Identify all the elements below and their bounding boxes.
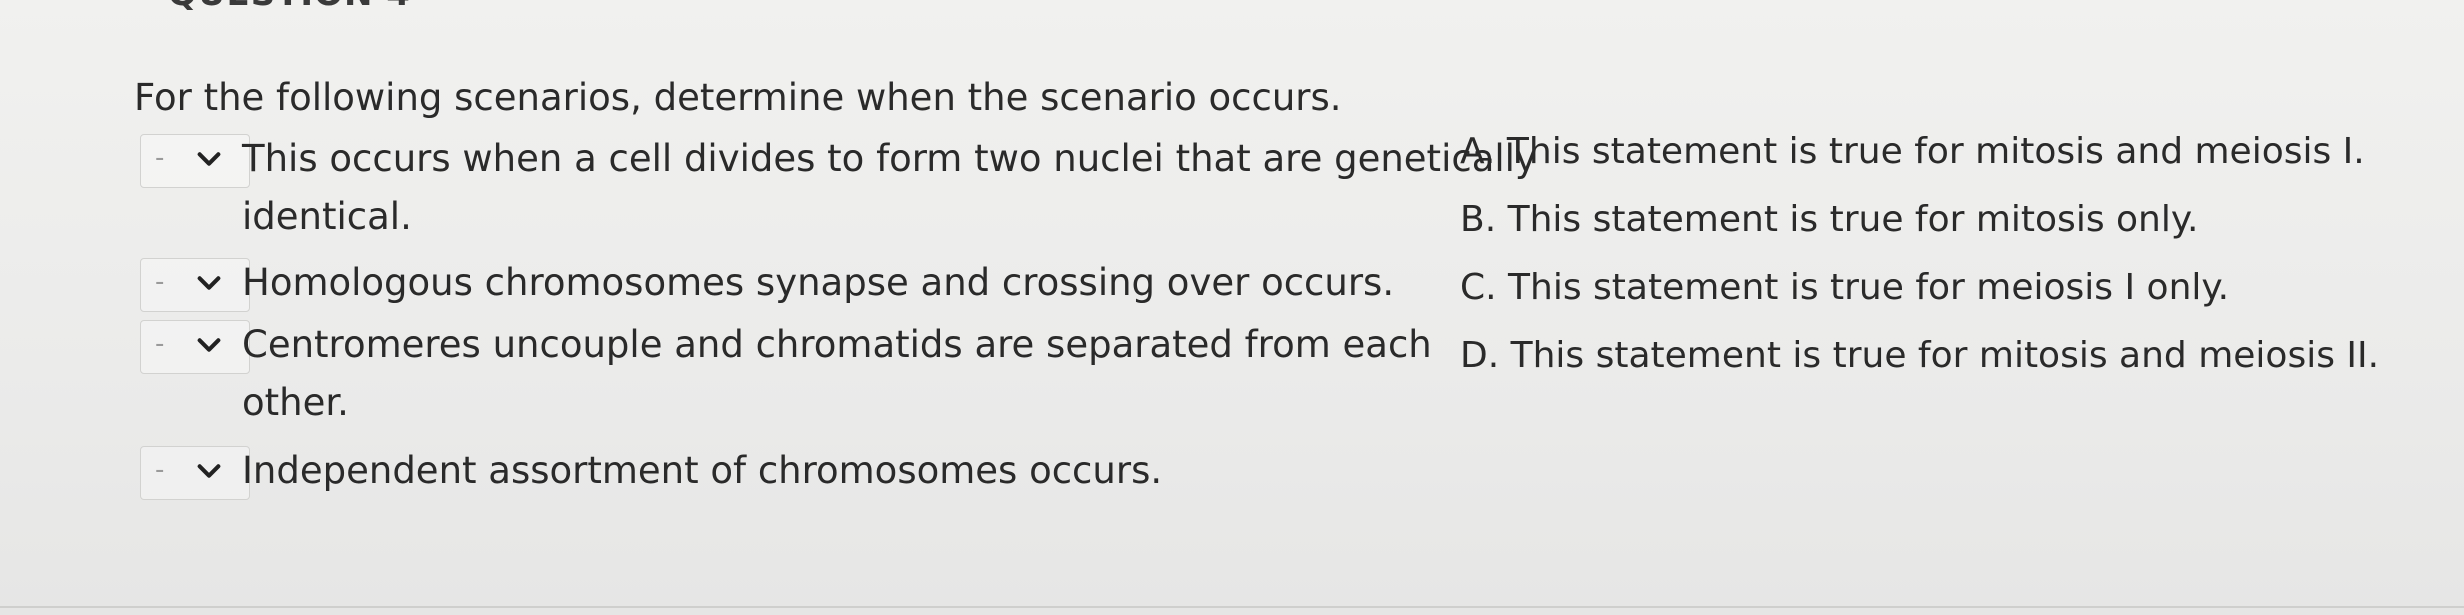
dropdown-selected-value: - — [155, 267, 165, 297]
option-c: C. This statement is true for meiosis I … — [1460, 267, 2230, 308]
option-d: D. This statement is true for mitosis an… — [1460, 335, 2380, 376]
statement-text: Homologous chromosomes synapse and cross… — [242, 261, 1395, 304]
chevron-down-icon[interactable] — [195, 269, 223, 297]
answer-dropdown[interactable]: - — [140, 446, 250, 500]
chevron-down-icon[interactable] — [195, 457, 223, 485]
answer-dropdown[interactable]: - — [140, 134, 250, 188]
chevron-down-icon[interactable] — [195, 145, 223, 173]
answer-dropdown[interactable]: - — [140, 320, 250, 374]
question-header: QUESTION 4 — [168, 0, 411, 14]
chevron-down-icon[interactable] — [195, 331, 223, 359]
divider — [0, 606, 2464, 608]
statement-text: Centromeres uncouple and chromatids are … — [242, 323, 1432, 424]
answer-options: A. This statement is true for mitosis an… — [1460, 118, 2440, 390]
statement-text: Independent assortment of chromosomes oc… — [242, 449, 1163, 492]
dropdown-selected-value: - — [155, 329, 165, 359]
answer-dropdown[interactable]: - — [140, 258, 250, 312]
option-b: B. This statement is true for mitosis on… — [1460, 199, 2199, 240]
dropdown-selected-value: - — [155, 455, 165, 485]
dropdown-selected-value: - — [155, 143, 165, 173]
option-a: A. This statement is true for mitosis an… — [1460, 131, 2365, 172]
statement-text: This occurs when a cell divides to form … — [242, 137, 1537, 238]
instructions: For the following scenarios, determine w… — [134, 76, 1342, 119]
